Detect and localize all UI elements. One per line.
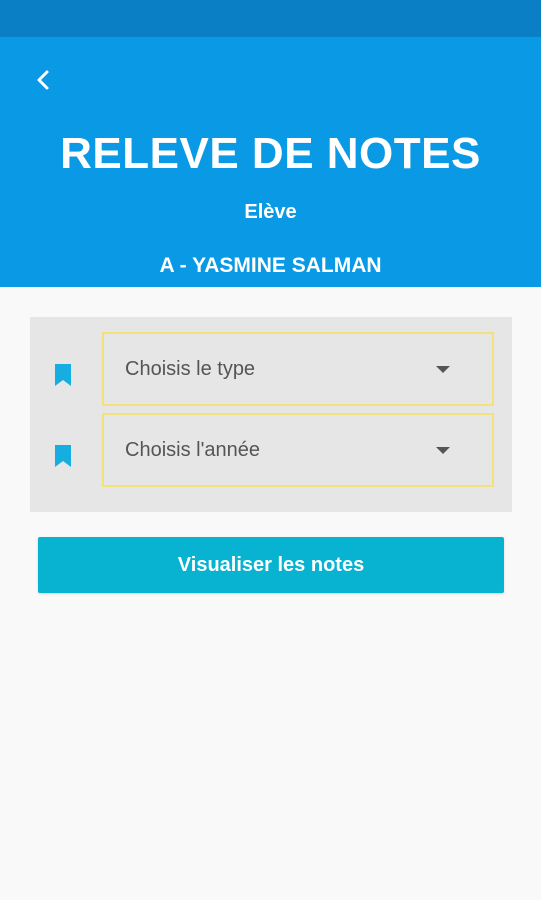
student-name: A - YASMINE SALMAN (159, 254, 382, 277)
filter-card: Choisis le type Choisis l'année (30, 317, 512, 512)
chevron-left-icon (37, 70, 49, 90)
year-select[interactable]: Choisis l'année (102, 413, 494, 487)
bookmark-icon (55, 364, 71, 386)
header: RELEVE DE NOTES Elève A - YASMINE SALMAN (0, 37, 541, 287)
year-select-label: Choisis l'année (125, 439, 261, 461)
user-role: Elève (244, 201, 297, 223)
dropdown-arrow-icon (436, 366, 450, 373)
type-select-label: Choisis le type (125, 358, 256, 380)
dropdown-arrow-icon (436, 447, 450, 454)
type-select[interactable]: Choisis le type (102, 332, 494, 406)
view-grades-button[interactable]: Visualiser les notes (38, 537, 504, 593)
back-button[interactable] (26, 63, 60, 97)
bookmark-icon (55, 445, 71, 467)
status-bar (0, 0, 541, 37)
page-title: RELEVE DE NOTES (60, 129, 481, 178)
